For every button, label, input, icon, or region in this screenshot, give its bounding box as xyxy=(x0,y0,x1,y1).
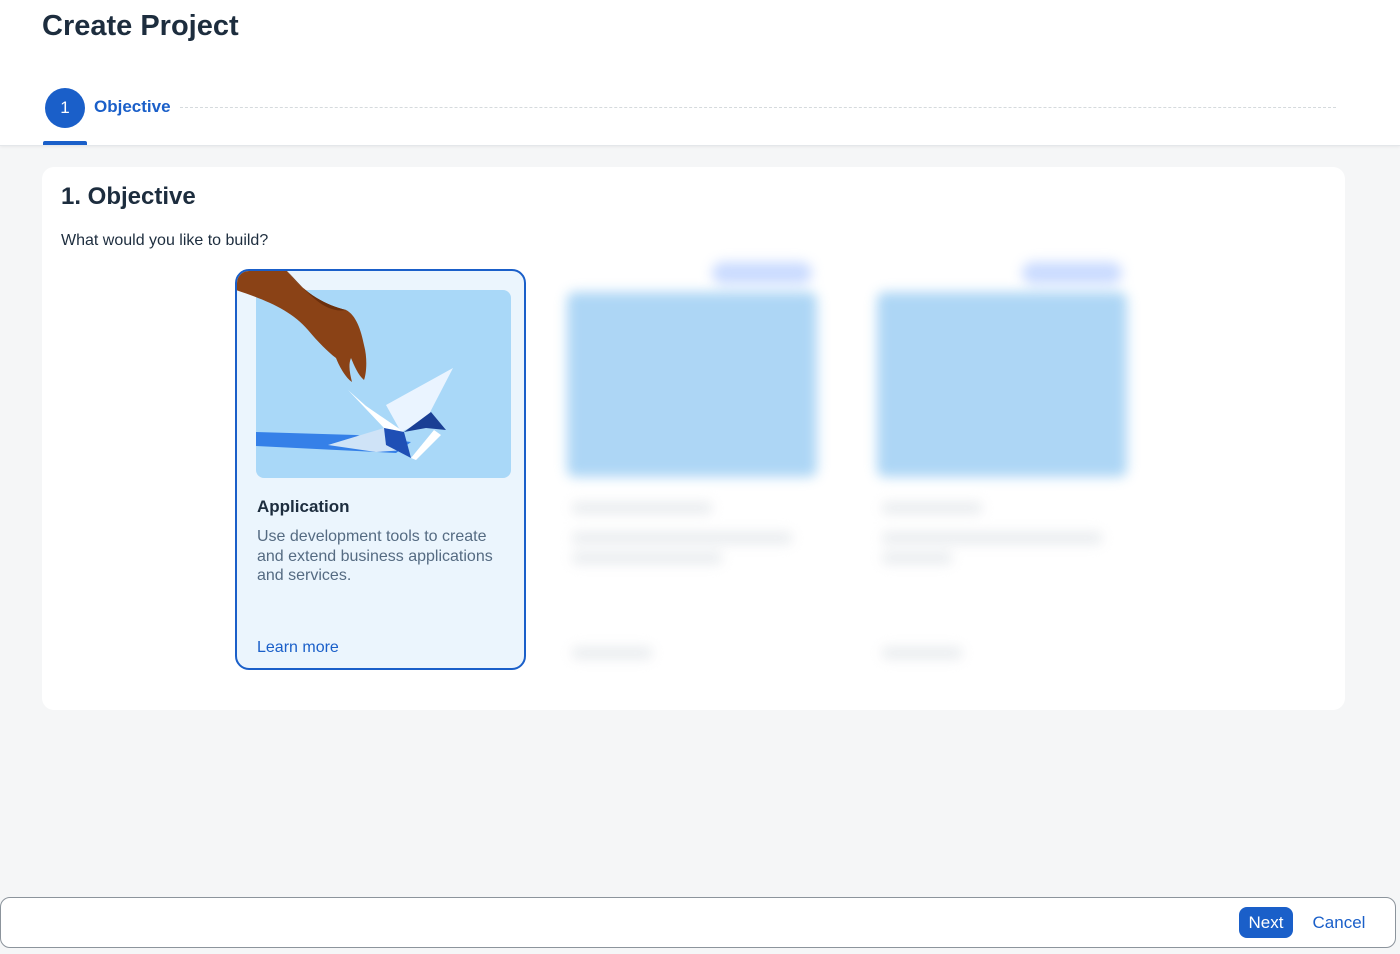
hand-crane-icon xyxy=(237,271,453,460)
wizard-step-1-indicator[interactable]: 1 xyxy=(45,88,85,128)
wizard-step-1-label[interactable]: Objective xyxy=(94,97,171,117)
wizard-step-connector xyxy=(180,107,1336,108)
next-button[interactable]: Next xyxy=(1239,907,1293,938)
objective-question: What would you like to build? xyxy=(61,232,269,249)
learn-more-link[interactable]: Learn more xyxy=(257,639,339,657)
page-title: Create Project xyxy=(42,10,239,42)
card-title: Application xyxy=(257,497,350,516)
page-header: Create Project 1 Objective xyxy=(0,0,1400,146)
blurred-option-card xyxy=(852,252,1142,692)
cancel-button[interactable]: Cancel xyxy=(1303,907,1375,938)
blurred-option-card xyxy=(542,252,832,692)
objective-panel: 1. Objective What would you like to buil… xyxy=(42,167,1345,710)
card-description: Use development tools to create and exte… xyxy=(257,528,493,584)
wizard-footer-bar xyxy=(0,897,1396,948)
active-step-indicator xyxy=(43,141,87,145)
paper-crane-illustration xyxy=(237,271,511,478)
section-title: 1. Objective xyxy=(61,183,196,210)
application-option-card[interactable]: Application Use development tools to cre… xyxy=(235,269,526,670)
